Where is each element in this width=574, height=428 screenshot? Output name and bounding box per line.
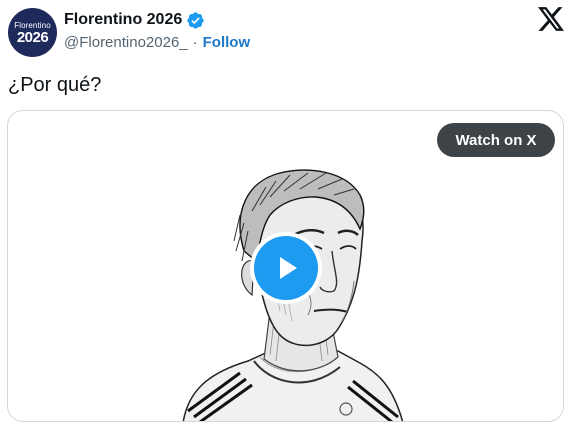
- follow-button[interactable]: Follow: [203, 34, 251, 51]
- tweet-text: ¿Por qué?: [8, 74, 102, 96]
- x-logo-icon[interactable]: [538, 7, 564, 31]
- author-name-row: Florentino 2026: [64, 10, 205, 30]
- video-player[interactable]: Watch on X: [7, 110, 564, 422]
- verified-badge-icon: [187, 11, 204, 29]
- watch-on-x-button[interactable]: Watch on X: [437, 123, 555, 157]
- handle[interactable]: @Florentino2026_: [64, 34, 188, 51]
- avatar[interactable]: Florentino 2026: [8, 8, 57, 57]
- play-button[interactable]: [250, 232, 322, 304]
- display-name[interactable]: Florentino 2026: [64, 11, 182, 29]
- play-circle: [254, 236, 318, 300]
- separator-dot: ·: [192, 34, 198, 51]
- play-icon: [280, 257, 297, 279]
- handle-row: @Florentino2026_ · Follow: [64, 34, 250, 51]
- avatar-text-bottom: 2026: [16, 29, 49, 46]
